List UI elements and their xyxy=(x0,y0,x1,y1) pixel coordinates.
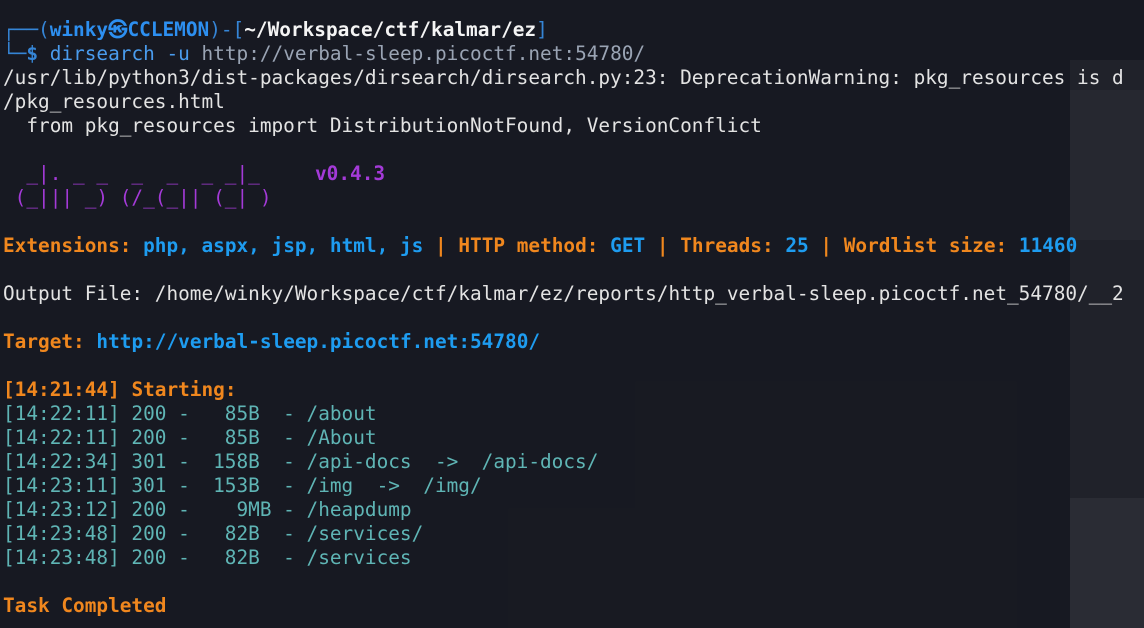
wordlist-label: Wordlist size: xyxy=(843,234,1008,257)
terminal-window[interactable]: ┌──(winky㉿CCLEMON)-[~/Workspace/ctf/kalm… xyxy=(0,0,1144,628)
target-label: Target: xyxy=(3,330,85,353)
command-url: http://verbal-sleep.picoctf.net:54780/ xyxy=(201,42,646,65)
separator: | xyxy=(434,234,447,257)
separator: | xyxy=(656,234,669,257)
command-text: dirsearch -u xyxy=(49,42,190,65)
banner-art-1: _|. _ _ _ _ _ _|_ xyxy=(3,162,260,185)
command-line: └─$ dirsearch -u http://verbal-sleep.pic… xyxy=(3,42,646,65)
extensions-label: Extensions: xyxy=(3,234,132,257)
method-label: HTTP method: xyxy=(458,234,599,257)
config-line: Extensions: php, aspx, jsp, html, js | H… xyxy=(3,234,1077,258)
threads-value: 25 xyxy=(785,234,809,257)
result-line: [14:23:12] 200 - 9MB - /heapdump xyxy=(3,498,412,521)
start-label: Starting: xyxy=(131,378,237,401)
extensions-value: php, aspx, jsp, html, js xyxy=(143,234,424,257)
output-file-line: Output File: /home/winky/Workspace/ctf/k… xyxy=(3,282,1124,306)
output-path: /home/winky/Workspace/ctf/kalmar/ez/repo… xyxy=(154,282,1124,305)
output-label: Output File: xyxy=(3,282,144,305)
threads-label: Threads: xyxy=(680,234,774,257)
prompt-line: ┌──(winky㉿CCLEMON)-[~/Workspace/ctf/kalm… xyxy=(3,18,548,41)
warning-line-1: /usr/lib/python3/dist-packages/dirsearch… xyxy=(3,66,1124,89)
warning-line-3: from pkg_resources import DistributionNo… xyxy=(3,114,762,137)
background-window-panel xyxy=(1070,60,1144,628)
start-time: [14:21:44] xyxy=(3,378,120,401)
result-line: [14:22:11] 200 - 85B - /about xyxy=(3,402,377,425)
background-window-block-2 xyxy=(1070,90,1144,240)
result-line: [14:22:11] 200 - 85B - /About xyxy=(3,426,377,449)
method-value: GET xyxy=(610,234,646,257)
background-window-block xyxy=(1070,498,1144,628)
result-line: [14:23:11] 301 - 153B - /img -> /img/ xyxy=(3,474,482,497)
prompt-user: winky xyxy=(49,18,109,41)
prompt-cwd: ~/Workspace/ctf/kalmar/ez xyxy=(244,18,537,41)
target-url: http://verbal-sleep.picoctf.net:54780/ xyxy=(96,330,541,353)
banner-art-2: (_||| _) (/_(_|| (_| ) xyxy=(3,186,272,209)
prompt-host: CCLEMON xyxy=(127,18,210,41)
separator: | xyxy=(820,234,833,257)
wordlist-value: 11460 xyxy=(1018,234,1078,257)
result-line: [14:23:48] 200 - 82B - /services xyxy=(3,546,412,569)
result-line: [14:22:34] 301 - 158B - /api-docs -> /ap… xyxy=(3,450,599,473)
banner-version: v0.4.3 xyxy=(315,162,386,185)
result-line: [14:23:48] 200 - 82B - /services/ xyxy=(3,522,424,545)
target-line: Target: http://verbal-sleep.picoctf.net:… xyxy=(3,330,540,354)
starting-line: [14:21:44] Starting: xyxy=(3,378,237,402)
task-completed: Task Completed xyxy=(3,594,167,617)
warning-line-2: /pkg_resources.html xyxy=(3,90,225,113)
